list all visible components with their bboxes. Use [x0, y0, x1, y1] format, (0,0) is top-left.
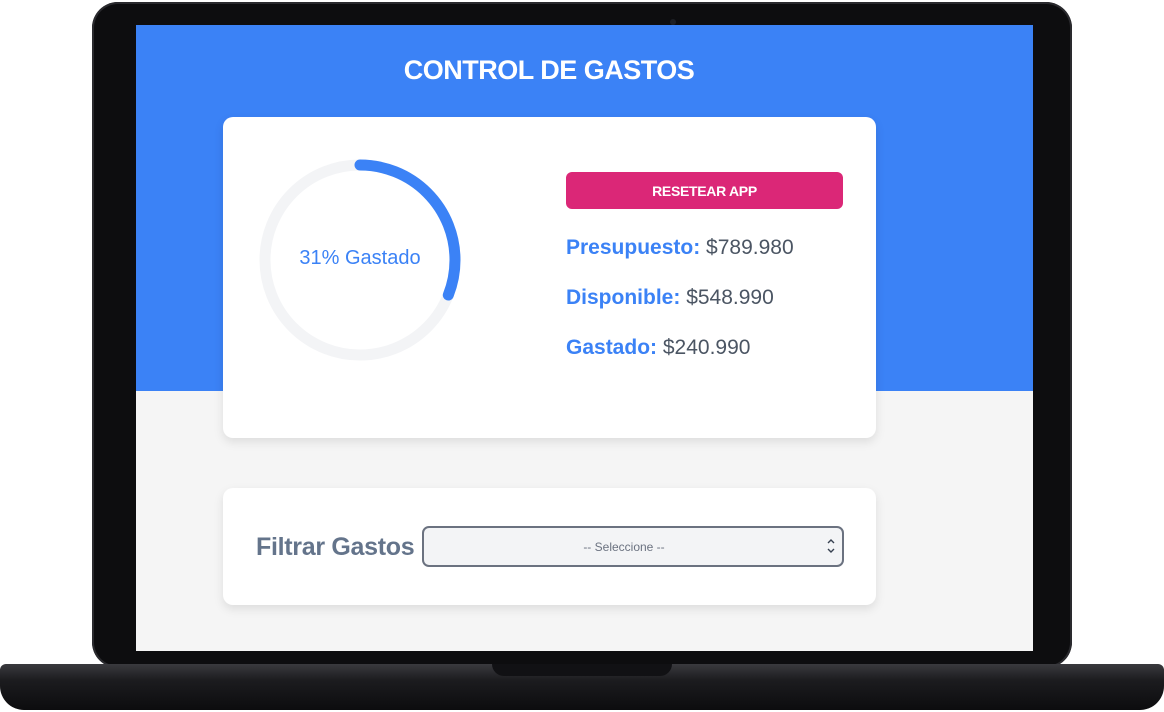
budget-card: 31% Gastado RESETEAR APP Presupuesto: $7…	[223, 117, 876, 438]
spent-stat-label: Gastado:	[566, 336, 658, 359]
laptop-base	[0, 664, 1164, 710]
spent-stat-value: $240.990	[662, 336, 751, 359]
budget-stat-label: Presupuesto:	[566, 236, 701, 259]
filter-card: Filtrar Gastos -- Seleccione --	[223, 488, 876, 605]
app-screen: CONTROL DE GASTOS 31% Gastado RESETEAR A…	[136, 25, 1033, 651]
progress-label: 31% Gastado	[299, 247, 421, 269]
laptop-frame: CONTROL DE GASTOS 31% Gastado RESETEAR A…	[0, 0, 1164, 712]
reset-app-button[interactable]: RESETEAR APP	[566, 172, 843, 209]
filter-select-value: -- Seleccione --	[583, 540, 665, 554]
page-title: CONTROL DE GASTOS	[403, 55, 695, 85]
budget-stat: Presupuesto: $789.980	[566, 236, 794, 260]
available-stat: Disponible: $548.990	[566, 286, 774, 310]
laptop-notch	[492, 664, 672, 676]
category-filter-select[interactable]: -- Seleccione --	[422, 526, 844, 567]
available-stat-value: $548.990	[686, 286, 774, 309]
budget-stat-value: $789.980	[706, 236, 794, 259]
available-stat-label: Disponible:	[566, 286, 681, 309]
spent-progress-ring: 31% Gastado	[255, 155, 465, 365]
filter-label: Filtrar Gastos	[256, 533, 415, 561]
spent-stat: Gastado: $240.990	[566, 336, 750, 360]
chevron-down-icon	[826, 539, 836, 553]
